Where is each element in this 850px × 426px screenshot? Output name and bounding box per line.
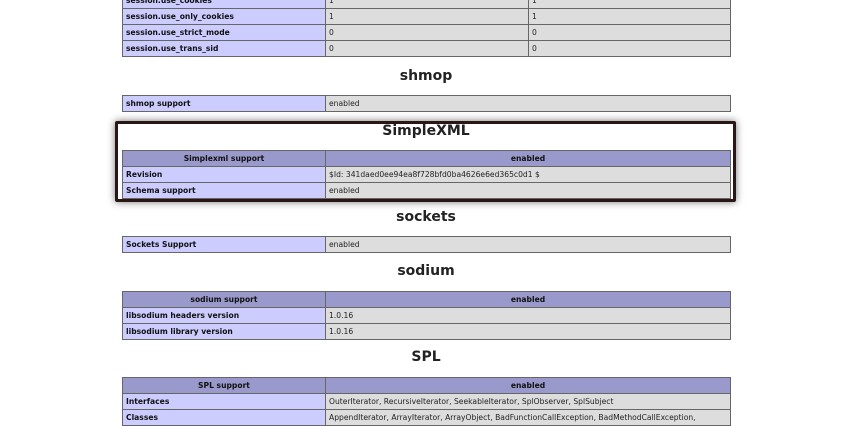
table-row: Classes AppendIterator, ArrayIterator, A… <box>122 409 731 426</box>
table-row: session.use_strict_mode 0 0 <box>122 24 731 41</box>
value-cell: OuterIterator, RecursiveIterator, Seekab… <box>325 393 731 410</box>
key-cell: libsodium headers version <box>122 307 326 324</box>
value-cell: 1.0.16 <box>325 323 731 340</box>
section-title-sodium: sodium <box>397 263 455 279</box>
directive-cell: session.use_cookies <box>122 0 326 9</box>
key-cell: Revision <box>122 166 326 183</box>
key-cell: Sockets Support <box>122 236 326 253</box>
shmop-table: shmop support enabled <box>122 95 731 112</box>
value-cell: 1.0.16 <box>325 307 731 324</box>
key-cell: shmop support <box>122 95 326 112</box>
key-cell: Interfaces <box>122 393 326 410</box>
sockets-table: Sockets Support enabled <box>122 236 731 253</box>
header-key-cell: Simplexml support <box>122 150 326 167</box>
simplexml-table: Simplexml support enabled Revision $Id: … <box>122 150 731 199</box>
header-value-cell: enabled <box>325 291 731 308</box>
section-title-sockets: sockets <box>396 209 456 225</box>
section-title-shmop: shmop <box>399 68 453 84</box>
header-value-cell: enabled <box>325 150 731 167</box>
table-row: libsodium library version 1.0.16 <box>122 323 731 340</box>
key-cell: Schema support <box>122 182 326 199</box>
spl-table: SPL support enabled Interfaces OuterIter… <box>122 377 731 426</box>
header-key-cell: sodium support <box>122 291 326 308</box>
table-row: Sockets Support enabled <box>122 236 731 253</box>
session-table: session.use_cookies 1 1 session.use_only… <box>122 0 731 57</box>
table-header-row: sodium support enabled <box>122 291 731 308</box>
value-cell: enabled <box>325 95 731 112</box>
directive-cell: session.use_strict_mode <box>122 24 326 41</box>
section-title-simplexml: SimpleXML <box>382 123 470 139</box>
sodium-table: sodium support enabled libsodium headers… <box>122 291 731 340</box>
value-cell: $Id: 341daed0ee94ea8f728bfd0ba4626e6ed36… <box>325 166 731 183</box>
value-cell: AppendIterator, ArrayIterator, ArrayObje… <box>325 409 731 426</box>
master-value-cell: 1 <box>528 8 731 25</box>
key-cell: Classes <box>122 409 326 426</box>
table-row: shmop support enabled <box>122 95 731 112</box>
table-row: Interfaces OuterIterator, RecursiveItera… <box>122 393 731 410</box>
directive-cell: session.use_trans_sid <box>122 40 326 57</box>
header-value-cell: enabled <box>325 377 731 394</box>
table-header-row: SPL support enabled <box>122 377 731 394</box>
master-value-cell: 0 <box>528 40 731 57</box>
local-value-cell: 1 <box>325 8 529 25</box>
local-value-cell: 0 <box>325 24 529 41</box>
header-key-cell: SPL support <box>122 377 326 394</box>
table-row: session.use_cookies 1 1 <box>122 0 731 9</box>
directive-cell: session.use_only_cookies <box>122 8 326 25</box>
table-row: Revision $Id: 341daed0ee94ea8f728bfd0ba4… <box>122 166 731 183</box>
table-header-row: Simplexml support enabled <box>122 150 731 167</box>
key-cell: libsodium library version <box>122 323 326 340</box>
table-row: session.use_trans_sid 0 0 <box>122 40 731 57</box>
value-cell: enabled <box>325 182 731 199</box>
table-row: libsodium headers version 1.0.16 <box>122 307 731 324</box>
master-value-cell: 1 <box>528 0 731 9</box>
table-row: Schema support enabled <box>122 182 731 199</box>
local-value-cell: 1 <box>325 0 529 9</box>
master-value-cell: 0 <box>528 24 731 41</box>
value-cell: enabled <box>325 236 731 253</box>
local-value-cell: 0 <box>325 40 529 57</box>
table-row: session.use_only_cookies 1 1 <box>122 8 731 25</box>
section-title-spl: SPL <box>411 349 441 365</box>
